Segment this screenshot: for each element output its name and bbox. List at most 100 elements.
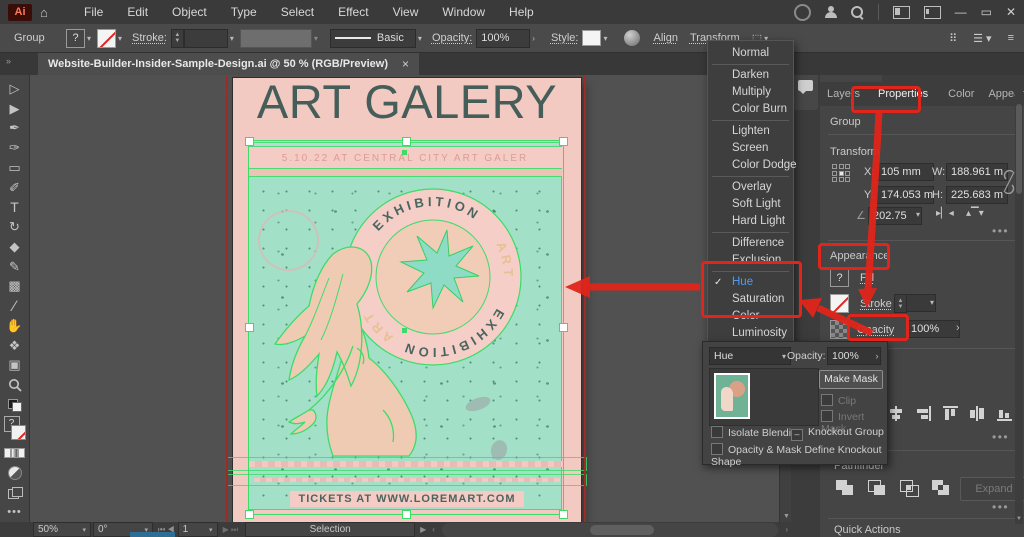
status-flyout-icon[interactable]: ▶ <box>420 525 426 534</box>
menu-type[interactable]: Type <box>219 0 269 24</box>
align-bottom-icon[interactable] <box>996 406 1013 421</box>
rotate-angle-field[interactable]: 202.75 <box>868 207 922 225</box>
tab-color[interactable]: Color <box>941 88 981 100</box>
none-chip[interactable] <box>18 448 25 458</box>
pathfinder-unite-icon[interactable] <box>836 480 854 495</box>
document-setup-icon[interactable] <box>624 30 640 46</box>
selection-handle[interactable] <box>559 137 568 146</box>
menu-item-color-dodge[interactable]: Color Dodge <box>708 157 793 174</box>
menu-item-lighten[interactable]: Lighten <box>708 123 793 140</box>
selection-handle[interactable] <box>245 323 254 332</box>
screen-mode-icon[interactable] <box>4 482 26 502</box>
menu-object[interactable]: Object <box>160 0 219 24</box>
reference-point-selector[interactable] <box>832 164 850 182</box>
options-list-icon[interactable]: ≡ <box>1008 32 1014 44</box>
menu-item-normal[interactable]: Normal <box>708 45 793 62</box>
opacity-flyout-arrow[interactable]: › <box>532 34 535 43</box>
search-icon[interactable] <box>851 6 864 19</box>
home-icon[interactable]: ⌂ <box>40 5 56 19</box>
canvas-horizontal-scrollbar[interactable] <box>442 523 778 537</box>
hand-tool[interactable]: ✋ <box>4 316 26 336</box>
appearance-opacity-label[interactable]: Opacity <box>857 324 894 336</box>
menu-item-color[interactable]: Color <box>708 308 793 325</box>
menu-item-hard-light[interactable]: Hard Light <box>708 213 793 230</box>
selection-handle[interactable] <box>559 510 568 519</box>
clip-checkbox[interactable]: Clip <box>821 394 856 407</box>
zoom-level-dropdown[interactable]: 50% ▾ <box>33 522 91 537</box>
gradient-tool[interactable]: ▩ <box>4 277 26 297</box>
scroll-down-arrow-icon[interactable]: ▼ <box>1016 516 1022 522</box>
menu-view[interactable]: View <box>381 0 431 24</box>
style-swatch[interactable] <box>582 30 601 46</box>
flip-vertical-icon[interactable]: ▴▔▾ <box>966 208 984 219</box>
pathfinder-exclude-icon[interactable] <box>932 480 950 495</box>
knockout-shape-checkbox[interactable]: Opacity & Mask Define Knockout Shape <box>711 443 887 468</box>
chevron-down-icon[interactable]: ▾ <box>916 210 920 219</box>
menu-item-exclusion[interactable]: Exclusion <box>708 252 793 269</box>
curvature-tool[interactable]: ✑ <box>4 138 26 158</box>
direct-selection-tool[interactable]: ▶ <box>4 99 26 119</box>
workspace-grid-icon[interactable]: ⠿ <box>949 32 957 45</box>
variable-width-profile[interactable]: Basic <box>330 29 416 48</box>
align-link[interactable]: Align <box>654 32 678 44</box>
chevron-down-icon[interactable]: ▾ <box>418 34 422 43</box>
blend-mode-dropdown[interactable]: Hue ▾ <box>709 347 791 365</box>
type-tool[interactable]: T <box>4 198 26 218</box>
window-restore-button[interactable]: ▭ <box>981 0 992 24</box>
scroll-down-arrow-icon[interactable]: ▼ <box>783 513 790 520</box>
tab-close-icon[interactable]: × <box>402 57 409 71</box>
align-right-icon[interactable] <box>915 406 932 421</box>
menu-item-hue[interactable]: ✓ Hue <box>708 274 793 291</box>
shaper-tool[interactable]: ✎ <box>4 257 26 277</box>
artboard-tool[interactable]: ▣ <box>4 356 26 376</box>
h-field[interactable]: 225.683 m <box>946 186 1008 204</box>
scroll-left-arrow-icon[interactable]: ‹ <box>432 525 435 534</box>
flip-horizontal-icon[interactable]: ▸▏◂ <box>936 208 954 219</box>
workspace-switcher-icon[interactable] <box>893 6 910 19</box>
blend-mode-icon[interactable] <box>4 463 26 483</box>
document-arrangement-icon[interactable] <box>924 6 941 19</box>
eyedropper-tool[interactable]: ∕ <box>4 296 26 316</box>
menu-item-color-burn[interactable]: Color Burn <box>708 101 793 118</box>
appearance-opacity-swatch[interactable] <box>830 320 849 339</box>
fill-stroke-indicator[interactable]: ? <box>4 415 26 443</box>
illustrator-app-icon[interactable]: Ai <box>8 4 32 21</box>
appearance-fill-swatch[interactable]: ? <box>830 268 849 287</box>
opacity-flyout-arrow[interactable]: › <box>871 347 883 365</box>
paintbrush-tool[interactable]: ✐ <box>4 178 26 198</box>
tab-layers[interactable]: Layers <box>820 88 867 100</box>
zoom-tool[interactable] <box>4 375 26 395</box>
chevron-down-icon[interactable]: ▾ <box>118 34 122 43</box>
rectangle-tool[interactable]: ▭ <box>4 158 26 178</box>
selection-handle[interactable] <box>402 510 411 519</box>
scrollbar-thumb[interactable] <box>590 525 654 535</box>
appearance-fill-label[interactable]: Fill <box>860 272 874 284</box>
object-thumbnail[interactable] <box>714 373 750 419</box>
chevron-down-icon[interactable]: ▾ <box>314 34 318 43</box>
toolbar-collapse-icon[interactable]: » <box>6 56 11 66</box>
window-close-button[interactable]: ✕ <box>1006 0 1016 24</box>
align-center-icon[interactable] <box>888 406 905 421</box>
transform-more-options-icon[interactable]: ••• <box>992 224 1009 238</box>
pen-tool[interactable]: ✒ <box>4 119 26 139</box>
menu-help[interactable]: Help <box>497 0 546 24</box>
document-tab[interactable]: Website-Builder-Insider-Sample-Design.ai… <box>38 52 419 75</box>
more-tools-icon[interactable]: ••• <box>4 502 26 522</box>
isolate-blending-checkbox[interactable]: Isolate Blending <box>711 426 803 439</box>
menu-item-difference[interactable]: Difference <box>708 235 793 252</box>
selection-handle[interactable] <box>402 137 411 146</box>
menu-item-soft-light[interactable]: Soft Light <box>708 196 793 213</box>
chevron-down-icon[interactable]: ▾ <box>930 298 934 307</box>
color-chip[interactable] <box>4 448 11 458</box>
pathfinder-minus-front-icon[interactable] <box>868 480 886 495</box>
eraser-tool[interactable]: ◆ <box>4 237 26 257</box>
selection-handle[interactable] <box>245 137 254 146</box>
appearance-stroke-label[interactable]: Stroke <box>860 298 892 310</box>
selection-handle[interactable] <box>559 323 568 332</box>
stroke-swatch[interactable] <box>97 29 116 48</box>
appearance-opacity-field[interactable]: 100% <box>906 320 960 338</box>
appearance-stroke-swatch[interactable] <box>830 294 849 313</box>
panel-scrollbar[interactable]: ▼ <box>1015 84 1023 524</box>
tab-properties[interactable]: Properties <box>871 88 935 100</box>
menu-select[interactable]: Select <box>269 0 326 24</box>
